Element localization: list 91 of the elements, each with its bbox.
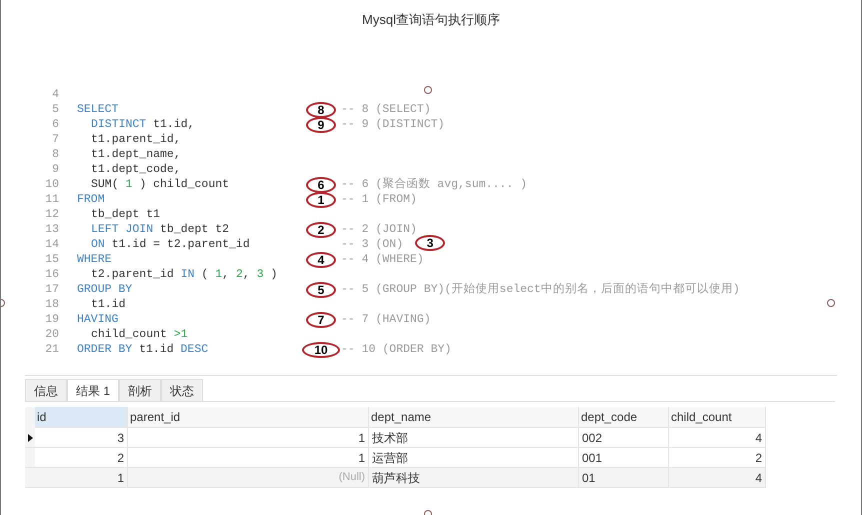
line-number: 20 (44, 326, 60, 343)
circled-number: 3 (415, 235, 446, 252)
column-header[interactable]: child_count (669, 407, 766, 428)
line-number: 6 (51, 116, 60, 133)
code-text: ) (269, 266, 278, 283)
code-text: 2 (236, 266, 243, 283)
table-cell: (Null) (128, 468, 369, 488)
line-number: 4 (51, 86, 60, 103)
code-text: 3 (256, 266, 264, 283)
line-number: 14 (44, 236, 60, 253)
code-text: LEFT JOIN (91, 222, 154, 238)
code-text: SUM( (91, 176, 120, 193)
resize-handle[interactable] (827, 299, 835, 307)
current-row-icon (28, 434, 32, 442)
result-tab[interactable]: 剖析 (119, 379, 162, 401)
code-text: , (242, 266, 251, 283)
code-comment: -- 8 (SELECT) (341, 102, 431, 118)
code-comment: -- 1 (FROM) (341, 192, 417, 208)
line-number: 19 (44, 312, 60, 328)
column-header[interactable]: id (35, 407, 128, 428)
table-corner (25, 407, 35, 428)
circled-number: 2 (306, 222, 336, 238)
line-number: 8 (51, 146, 60, 163)
code-text: ) child_count (138, 176, 230, 193)
circled-number: 10 (302, 342, 340, 358)
code-text: t1.parent_id, (91, 132, 181, 148)
code-text: t1.id = t2.parent_id (110, 236, 250, 253)
code-text: t1.dept_code, (91, 162, 181, 178)
line-number: 17 (44, 282, 60, 298)
code-text: tb_dept t2 (159, 222, 230, 238)
code-comment: -- 10 (ORDER BY) (341, 342, 452, 358)
line-number: 10 (44, 176, 60, 193)
code-comment: -- 2 (JOIN) (341, 222, 417, 238)
circled-number: 4 (306, 252, 336, 268)
code-text: t1.id, (152, 116, 195, 133)
circled-number: 1 (306, 192, 336, 208)
code-text: child_count (91, 326, 168, 343)
line-number: 15 (44, 252, 60, 268)
code-comment: -- 4 (WHERE) (341, 252, 424, 268)
code-text: ( (200, 266, 210, 283)
code-text: t2.parent_id (91, 266, 175, 283)
table-cell: 1 (35, 468, 128, 488)
table-cell: 01 (579, 468, 669, 488)
row-marker[interactable] (25, 428, 35, 448)
result-tab[interactable]: 状态 (161, 379, 204, 401)
code-text: WHERE (77, 252, 112, 268)
column-header[interactable]: parent_id (128, 407, 369, 428)
code-text: t1.id (91, 296, 126, 313)
code-text: 1 (215, 266, 222, 283)
result-tab[interactable]: 信息 (25, 379, 67, 401)
row-marker[interactable] (25, 448, 35, 468)
line-number: 7 (51, 132, 60, 148)
circled-number: 9 (306, 116, 336, 132)
line-number: 18 (44, 296, 60, 313)
code-text: >1 (174, 326, 188, 343)
code-text: ORDER BY (77, 342, 132, 358)
line-number: 12 (44, 206, 60, 223)
result-tab[interactable]: 结果 1 (67, 379, 120, 401)
code-text: t1.dept_name, (91, 146, 181, 163)
code-comment: -- 3 (ON) (341, 236, 404, 253)
code-text: t1.id (138, 342, 175, 358)
table-cell: 4 (669, 468, 766, 488)
table-cell: 葫芦科技 (369, 468, 579, 488)
line-number: 11 (44, 192, 60, 208)
code-text: DISTINCT (91, 116, 146, 133)
code-text: GROUP BY (77, 282, 132, 298)
line-number: 16 (44, 266, 60, 283)
code-text: SELECT (77, 102, 118, 118)
column-header[interactable]: dept_code (579, 407, 669, 428)
circled-number: 5 (306, 282, 336, 298)
code-text: DESC (180, 342, 208, 358)
code-comment: -- 6 (聚合函数 avg,sum.... ) (341, 176, 528, 193)
line-number: 21 (44, 342, 60, 358)
window-title: Mysql查询语句执行顺序 (362, 11, 500, 30)
code-text: ON (91, 236, 105, 253)
code-text: HAVING (77, 312, 118, 328)
code-comment: -- 5 (GROUP BY)(开始使用select中的别名，后面的语句中都可以使用) (341, 282, 740, 298)
column-header[interactable]: dept_name (369, 407, 579, 428)
code-text: FROM (77, 192, 105, 208)
code-text: , (222, 266, 230, 283)
line-number: 5 (51, 102, 60, 118)
code-text: 1 (126, 176, 132, 193)
circled-number: 6 (306, 176, 336, 192)
line-number: 9 (51, 162, 60, 178)
line-number: 13 (44, 222, 60, 238)
code-comment: -- 7 (HAVING) (341, 312, 431, 328)
code-text: IN (180, 266, 195, 283)
circled-number: 8 (306, 102, 336, 118)
code-comment: -- 9 (DISTINCT) (341, 116, 445, 133)
circled-number: 7 (306, 312, 336, 328)
code-text: tb_dept t1 (91, 206, 160, 223)
